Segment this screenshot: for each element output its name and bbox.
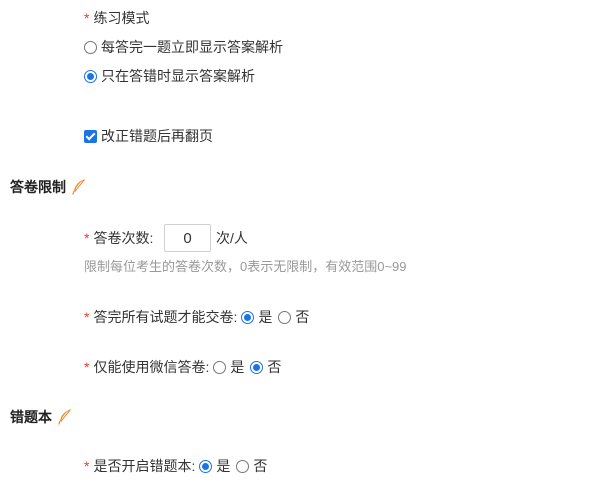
radio-require-all-no[interactable] xyxy=(278,310,292,324)
radio-wechat-only-yes[interactable] xyxy=(213,360,227,374)
option-show-on-wrong[interactable]: 只在答错时显示答案解析 xyxy=(84,66,255,86)
answer-count-label: * 答卷次数: xyxy=(84,230,154,246)
feather-edit-icon[interactable] xyxy=(58,409,72,425)
answer-limit-section-title: 答卷限制 xyxy=(10,177,86,197)
wrong-book-section-title: 错题本 xyxy=(10,407,72,427)
required-star: * xyxy=(84,10,90,26)
enable-wrong-book-row: * 是否开启错题本: 是 否 xyxy=(84,456,267,476)
wechat-only-label: 仅能使用微信答卷: xyxy=(93,359,210,375)
required-star: * xyxy=(84,309,90,325)
wechat-only-no[interactable]: 否 xyxy=(250,357,281,377)
enable-wrong-book-no[interactable]: 否 xyxy=(236,456,267,476)
required-star: * xyxy=(84,458,90,474)
require-all-label: 答完所有试题才能交卷: xyxy=(93,309,238,325)
required-star: * xyxy=(84,359,90,375)
page-turn-after-fix[interactable]: 改正错题后再翻页 xyxy=(84,126,213,146)
answer-count-unit: 次/人 xyxy=(216,230,248,246)
answer-count-hint: 限制每位考生的答卷次数，0表示无限制，有效范围0~99 xyxy=(84,259,407,274)
radio-enable-wrong-book-yes[interactable] xyxy=(199,459,213,473)
enable-wrong-book-label: 是否开启错题本: xyxy=(93,458,196,474)
radio-show-on-wrong[interactable] xyxy=(84,69,97,83)
radio-require-all-yes[interactable] xyxy=(241,310,255,324)
require-all-row: * 答完所有试题才能交卷: 是 否 xyxy=(84,307,309,327)
page-turn-checkbox[interactable] xyxy=(84,129,97,143)
page-turn-label: 改正错题后再翻页 xyxy=(101,128,213,144)
answer-count-input[interactable] xyxy=(164,224,211,252)
wechat-only-row: * 仅能使用微信答卷: 是 否 xyxy=(84,357,281,377)
require-all-no[interactable]: 否 xyxy=(278,307,309,327)
practice-mode-label: * 练习模式 xyxy=(84,10,150,26)
enable-wrong-book-yes[interactable]: 是 xyxy=(199,456,230,476)
option-show-after-each-label: 每答完一题立即显示答案解析 xyxy=(101,39,283,55)
wechat-only-yes[interactable]: 是 xyxy=(213,357,244,377)
required-star: * xyxy=(84,230,90,246)
radio-show-after-each[interactable] xyxy=(84,40,97,54)
option-show-after-each[interactable]: 每答完一题立即显示答案解析 xyxy=(84,37,283,57)
radio-enable-wrong-book-no[interactable] xyxy=(236,459,250,473)
feather-edit-icon[interactable] xyxy=(72,179,86,195)
option-show-on-wrong-label: 只在答错时显示答案解析 xyxy=(101,68,255,84)
radio-wechat-only-no[interactable] xyxy=(250,360,264,374)
require-all-yes[interactable]: 是 xyxy=(241,307,272,327)
